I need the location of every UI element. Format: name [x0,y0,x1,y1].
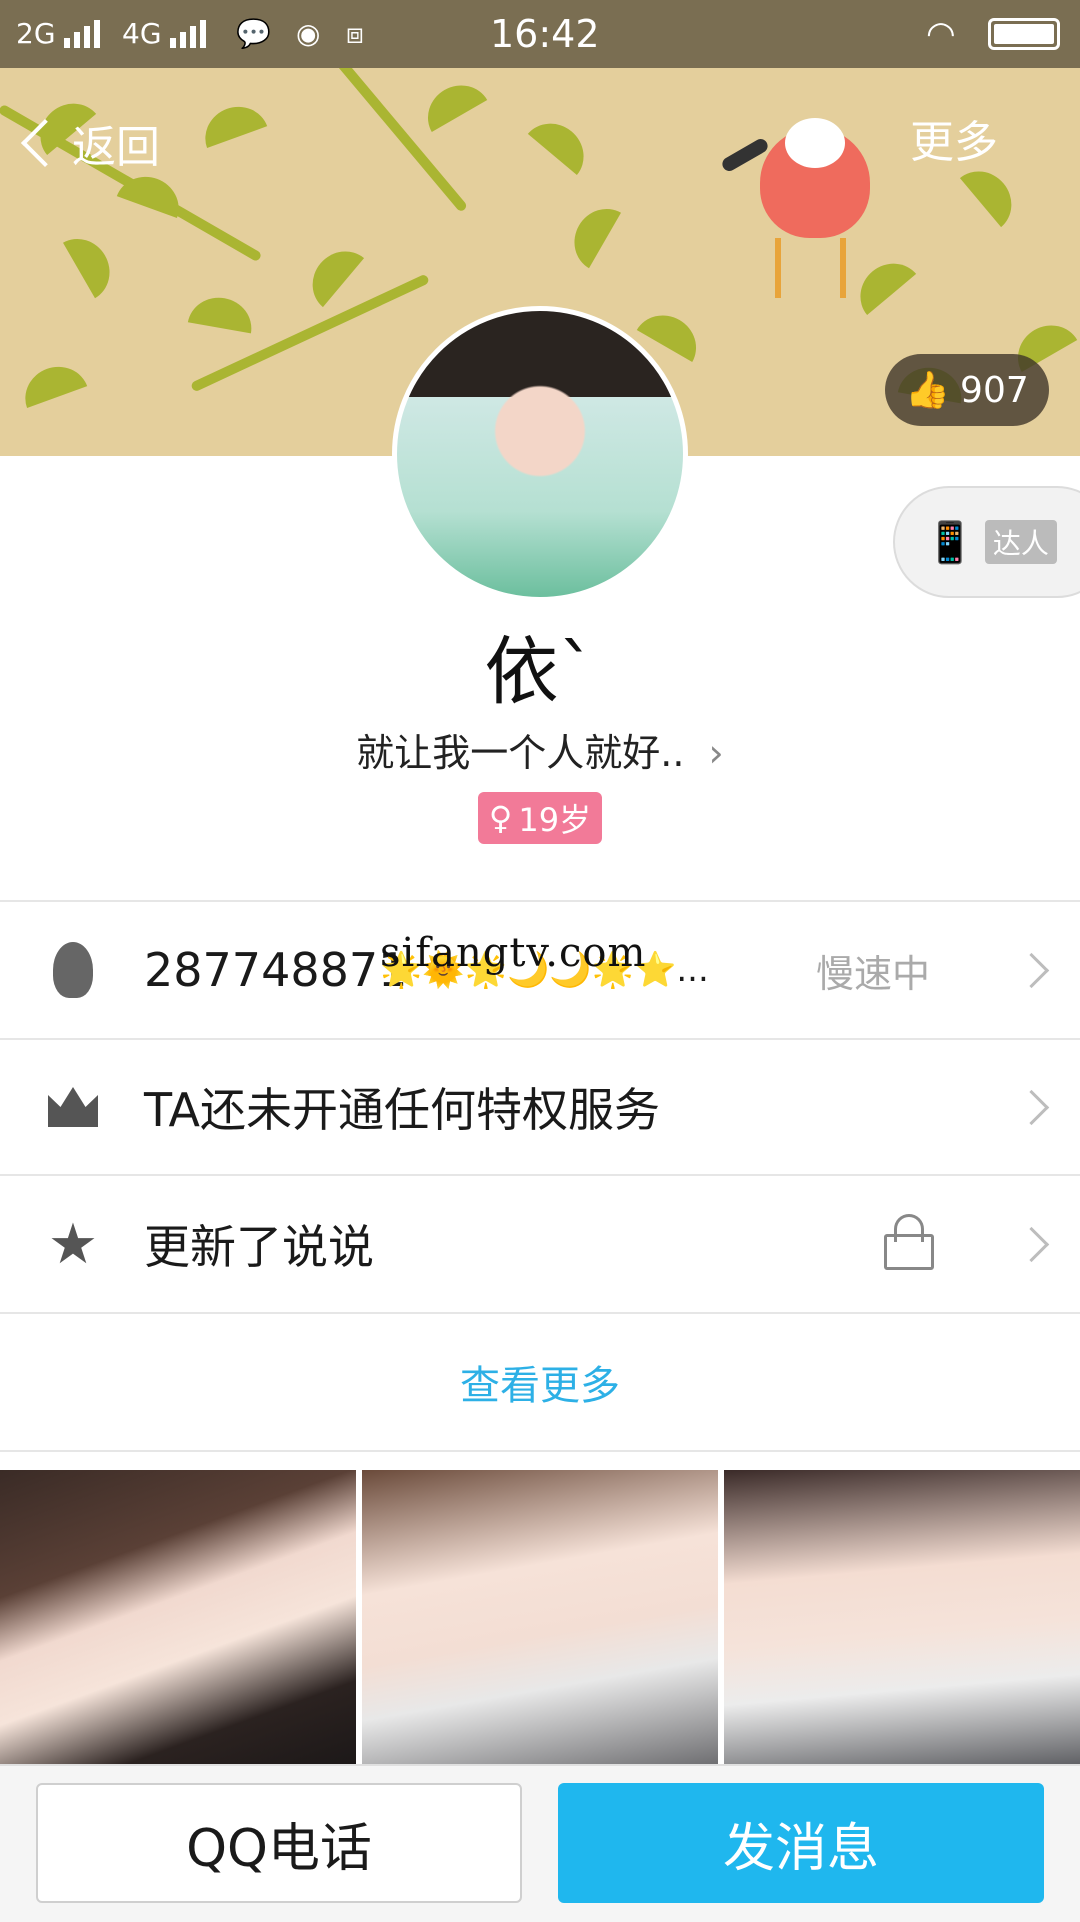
signal-icon [170,18,206,48]
wechat-icon: 💬 [236,17,271,50]
chevron-left-icon [20,118,70,168]
network-type-1: 2G [16,17,56,50]
chevron-right-icon: › [708,731,724,775]
age-label: 19岁 [518,801,592,839]
like-button[interactable]: 👍 907 [885,354,1049,426]
photo-thumbnail[interactable] [724,1470,1080,1766]
watermark: sifangtv.com [380,930,647,976]
talent-badge[interactable]: 📱 达人 [893,486,1080,598]
moments-row[interactable]: ★ 更新了说说 [0,1174,1080,1312]
penguin-icon [40,937,106,1003]
network-type-2: 4G [122,17,162,50]
status-bar: 2G 4G 💬 ◉ ⧈ 16:42 ◠ [0,0,1080,68]
signature-text: 就让我一个人就好.. [356,731,685,775]
thumbs-up-icon: 👍 [905,370,951,411]
more-button[interactable]: 更多 [910,108,998,178]
like-count: 907 [960,369,1029,411]
avatar[interactable] [392,306,688,602]
star-z-icon: ★ [47,1211,99,1277]
chevron-right-icon [1013,952,1050,988]
view-more-link[interactable]: 查看更多 [0,1312,1080,1452]
globe-icon: ◉ [296,17,321,50]
qq-call-button[interactable]: QQ电话 [36,1783,522,1903]
level-status: 慢速中 [815,951,930,996]
send-message-button[interactable]: 发消息 [558,1783,1044,1903]
screenshot-icon: ⧈ [346,17,364,50]
winged-phone-icon: 📱 [925,519,975,566]
signature-link[interactable]: 就让我一个人就好.. › [0,722,1080,777]
privilege-text: TA还未开通任何特权服务 [144,1083,660,1137]
female-icon: ♀ [488,799,513,837]
battery-icon [988,18,1060,50]
chevron-right-icon [1013,1089,1050,1125]
crown-icon [40,1074,106,1140]
signal-icon [64,18,100,48]
talent-badge-label: 达人 [984,520,1057,564]
parrot-illustration [719,98,870,298]
lock-icon [884,1214,934,1270]
photo-thumbnail[interactable] [0,1470,356,1766]
photo-thumbnail[interactable] [362,1470,718,1766]
qq-number: 287748871 [144,943,408,997]
wifi-icon: ◠ [926,14,956,54]
chevron-right-icon [1013,1226,1050,1262]
nickname: 依` [484,629,596,715]
privilege-row[interactable]: TA还未开通任何特权服务 [0,1038,1080,1174]
clock: 16:42 [490,12,600,56]
gender-age-tag: ♀ 19岁 [478,792,602,844]
moments-text: 更新了说说 [144,1220,374,1274]
back-label: 返回 [72,122,160,173]
back-button[interactable]: 返回 [20,108,160,178]
